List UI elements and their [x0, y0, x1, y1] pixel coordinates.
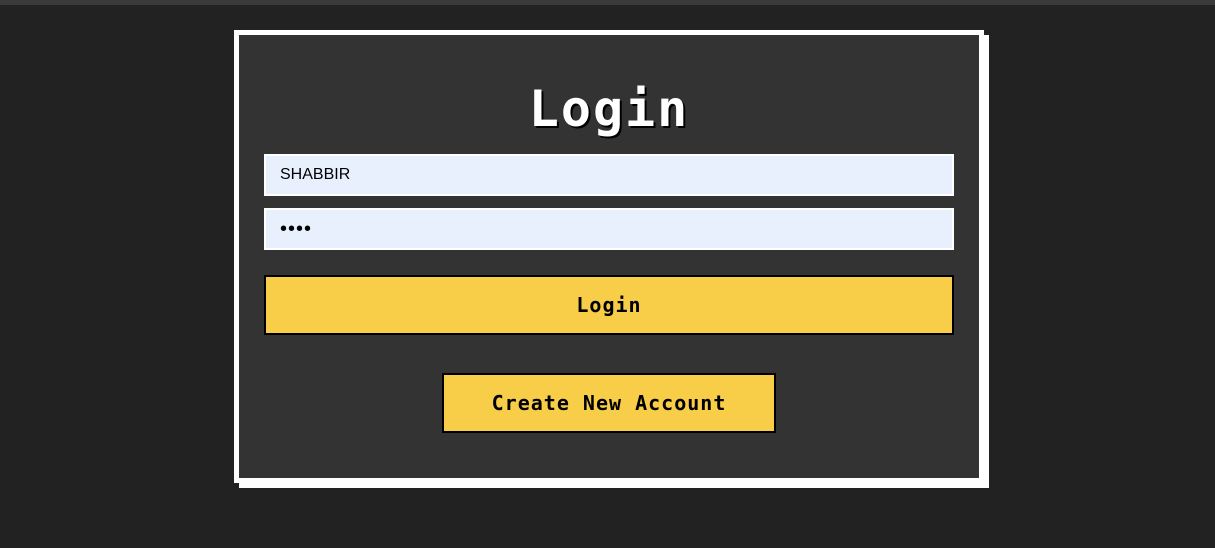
page-title: Login — [528, 80, 690, 138]
create-account-button[interactable]: Create New Account — [442, 373, 776, 433]
login-button[interactable]: Login — [264, 275, 954, 335]
window-top-strip — [0, 0, 1215, 5]
login-card: Login Login Create New Account — [234, 30, 984, 483]
password-input[interactable] — [264, 208, 954, 250]
username-input[interactable] — [264, 154, 954, 196]
